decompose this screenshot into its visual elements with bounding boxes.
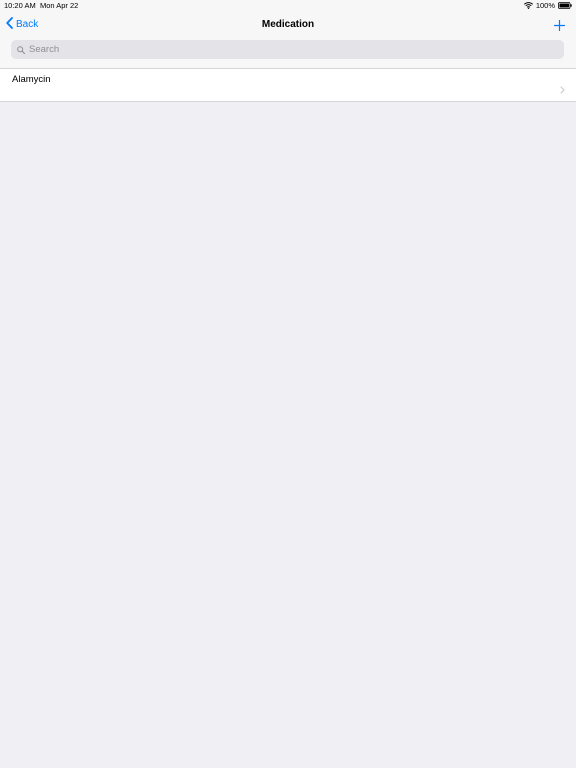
medication-list: Alamycin	[0, 69, 576, 102]
chevron-right-icon	[560, 81, 565, 99]
list-item[interactable]: Alamycin	[0, 69, 576, 101]
list-item-label: Alamycin	[12, 74, 51, 85]
status-bar: 10:20 AM Mon Apr 22 100%	[0, 0, 576, 12]
wifi-icon	[523, 2, 533, 9]
status-date: Mon Apr 22	[40, 1, 79, 10]
battery-icon	[558, 2, 572, 9]
search-placeholder: Search	[29, 44, 60, 55]
add-button[interactable]	[553, 18, 566, 36]
search-input[interactable]: Search	[11, 40, 564, 59]
page-title: Medication	[261, 19, 315, 30]
battery-percent: 100%	[535, 1, 555, 10]
plus-icon	[553, 18, 566, 35]
search-area: Search	[0, 38, 576, 69]
navigation-bar: Back Medication	[0, 12, 576, 38]
search-icon	[17, 45, 25, 54]
status-time: 10:20 AM	[4, 1, 36, 10]
status-right: 100%	[523, 1, 572, 10]
